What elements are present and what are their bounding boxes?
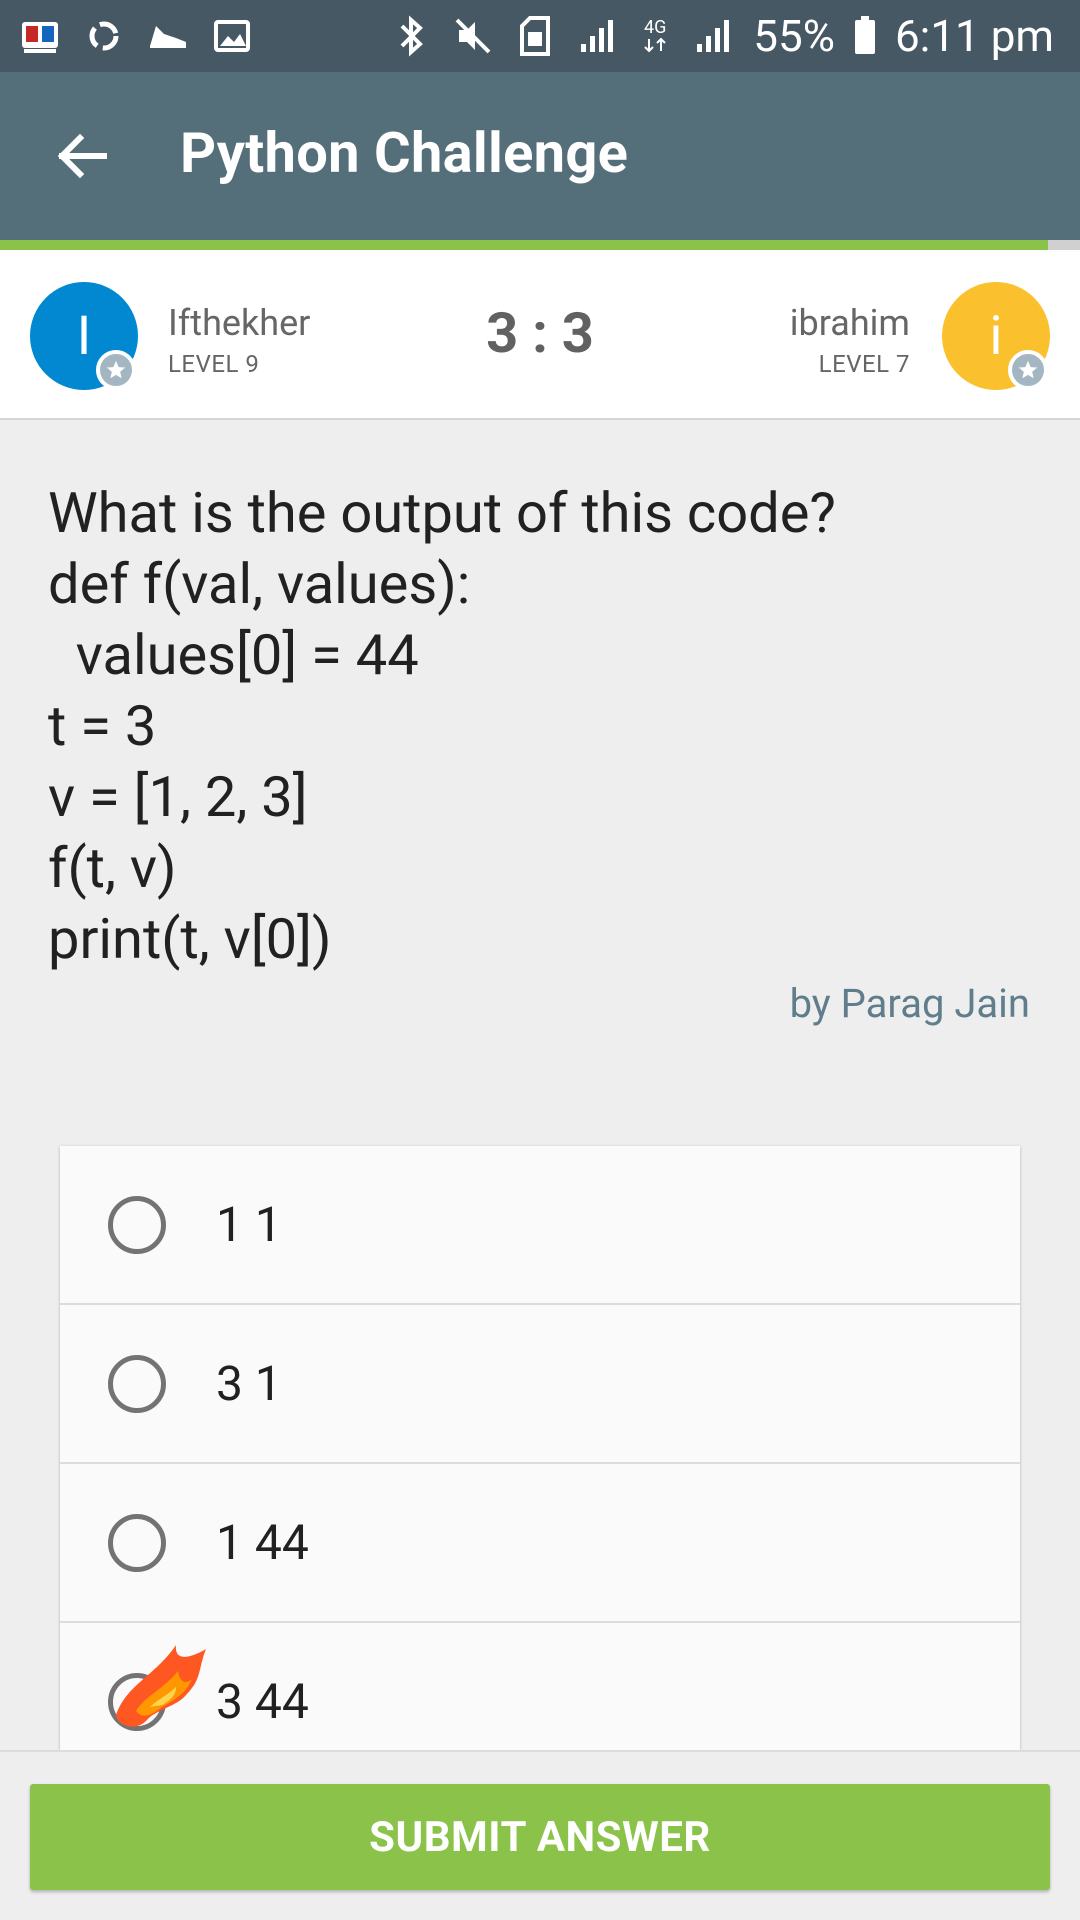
radio-button[interactable] — [108, 1513, 166, 1572]
option-label: 3 1 — [216, 1355, 282, 1412]
star-badge-icon — [1008, 350, 1048, 390]
radio-button[interactable] — [108, 1354, 166, 1413]
signal-icon — [575, 14, 619, 58]
network-4g-icon: 4G — [637, 14, 673, 58]
arrow-left-icon — [57, 133, 107, 179]
sim-icon — [513, 14, 557, 58]
players-header: I Ifthekher LEVEL 9 3 : 3 ibrahim LEVEL … — [0, 250, 1080, 420]
option-label: 3 44 — [216, 1673, 309, 1730]
bottom-bar: SUBMIT ANSWER — [0, 1750, 1080, 1920]
sync-icon — [82, 14, 126, 58]
clock: 6:11 pm — [894, 10, 1054, 62]
app-bar: Python Challenge — [0, 72, 1080, 240]
page-title: Python Challenge — [180, 120, 629, 186]
shoe-icon — [146, 14, 190, 58]
battery-percent: 55% — [753, 10, 835, 62]
player-right-level: LEVEL 7 — [818, 350, 910, 378]
question-author: by Parag Jain — [789, 980, 1030, 1027]
option-label: 1 1 — [216, 1196, 282, 1253]
status-bar: 4G 55% 6:11 pm — [0, 0, 1080, 72]
question-text: What is the output of this code? def f(v… — [48, 480, 836, 972]
answer-option[interactable]: 3 1 — [60, 1305, 1020, 1464]
submit-answer-button[interactable]: SUBMIT ANSWER — [30, 1784, 1050, 1890]
bluetooth-icon — [389, 14, 433, 58]
answer-option[interactable]: 1 44 — [60, 1464, 1020, 1623]
flame-icon — [116, 1645, 206, 1727]
answer-option[interactable]: 1 1 — [60, 1146, 1020, 1305]
status-left-icons — [0, 14, 254, 58]
back-button[interactable] — [52, 126, 112, 186]
image-icon — [210, 14, 254, 58]
progress-fill — [0, 240, 1048, 250]
network-4g-label: 4G — [644, 17, 667, 38]
radio-button[interactable] — [108, 1195, 166, 1254]
battery-icon — [853, 14, 877, 58]
answer-options: 1 1 3 1 1 44 3 44 — [60, 1146, 1020, 1750]
avatar-initial: i — [989, 304, 1003, 368]
answer-option[interactable]: 3 44 — [60, 1623, 1020, 1750]
challenge-progress-bar — [0, 240, 1080, 250]
signal-icon — [691, 14, 735, 58]
bangla-keyboard-icon — [18, 14, 62, 58]
mute-icon — [451, 14, 495, 58]
player-right-name: ibrahim — [789, 302, 910, 344]
option-label: 1 44 — [216, 1514, 309, 1571]
status-right-icons: 4G 55% 6:11 pm — [389, 0, 1054, 72]
score: 3 : 3 — [486, 300, 594, 366]
